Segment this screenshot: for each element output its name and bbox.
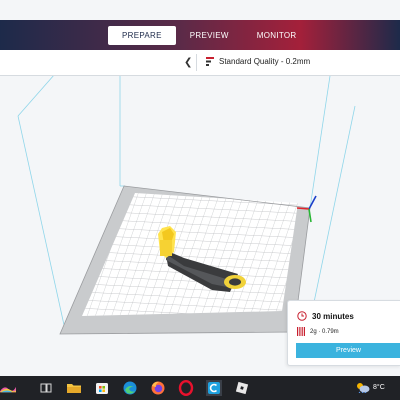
task-view-icon[interactable] <box>38 380 54 396</box>
print-time-row: 30 minutes <box>297 311 354 321</box>
quality-profile-selector[interactable]: Standard Quality - 0.2mm <box>206 57 310 66</box>
roblox-app-icon[interactable] <box>234 380 250 396</box>
clock-icon <box>297 311 307 321</box>
material-estimate-label: 2g · 0.79m <box>310 328 339 335</box>
taskbar: 8°C <box>0 376 400 400</box>
start-wallpaper-icon[interactable] <box>0 380 30 396</box>
preview-button[interactable]: Preview <box>296 343 400 358</box>
weather-cloud-icon <box>357 383 370 393</box>
file-explorer-icon[interactable] <box>66 380 82 396</box>
quality-profile-label: Standard Quality - 0.2mm <box>219 57 311 66</box>
firefox-browser-icon[interactable] <box>150 380 166 396</box>
tab-preview[interactable]: PREVIEW <box>176 26 243 45</box>
header-bar: PREPARE PREVIEW MONITOR <box>0 20 400 50</box>
cura-app-icon[interactable] <box>206 380 222 396</box>
weather-temperature: 8°C <box>373 384 385 391</box>
print-settings-bar: ❮ Standard Quality - 0.2mm <box>0 50 400 76</box>
edge-browser-icon[interactable] <box>122 380 138 396</box>
weather-widget[interactable]: 8°C <box>356 382 385 393</box>
print-time-label: 30 minutes <box>312 311 354 321</box>
stage-tabs: PREPARE PREVIEW MONITOR <box>108 26 310 45</box>
settings-sliders-icon <box>206 57 214 66</box>
collapse-chevron-icon[interactable]: ❮ <box>184 57 192 68</box>
microsoft-store-icon[interactable] <box>94 380 110 396</box>
tab-monitor[interactable]: MONITOR <box>243 26 311 45</box>
material-estimate-row: 2g · 0.79m <box>297 327 339 336</box>
toolbar-divider <box>196 54 197 71</box>
opera-browser-icon[interactable] <box>178 380 194 396</box>
print-info-panel: 30 minutes 2g · 0.79m Preview <box>287 300 400 366</box>
filament-spool-icon <box>297 327 305 336</box>
tab-prepare[interactable]: PREPARE <box>108 26 176 45</box>
